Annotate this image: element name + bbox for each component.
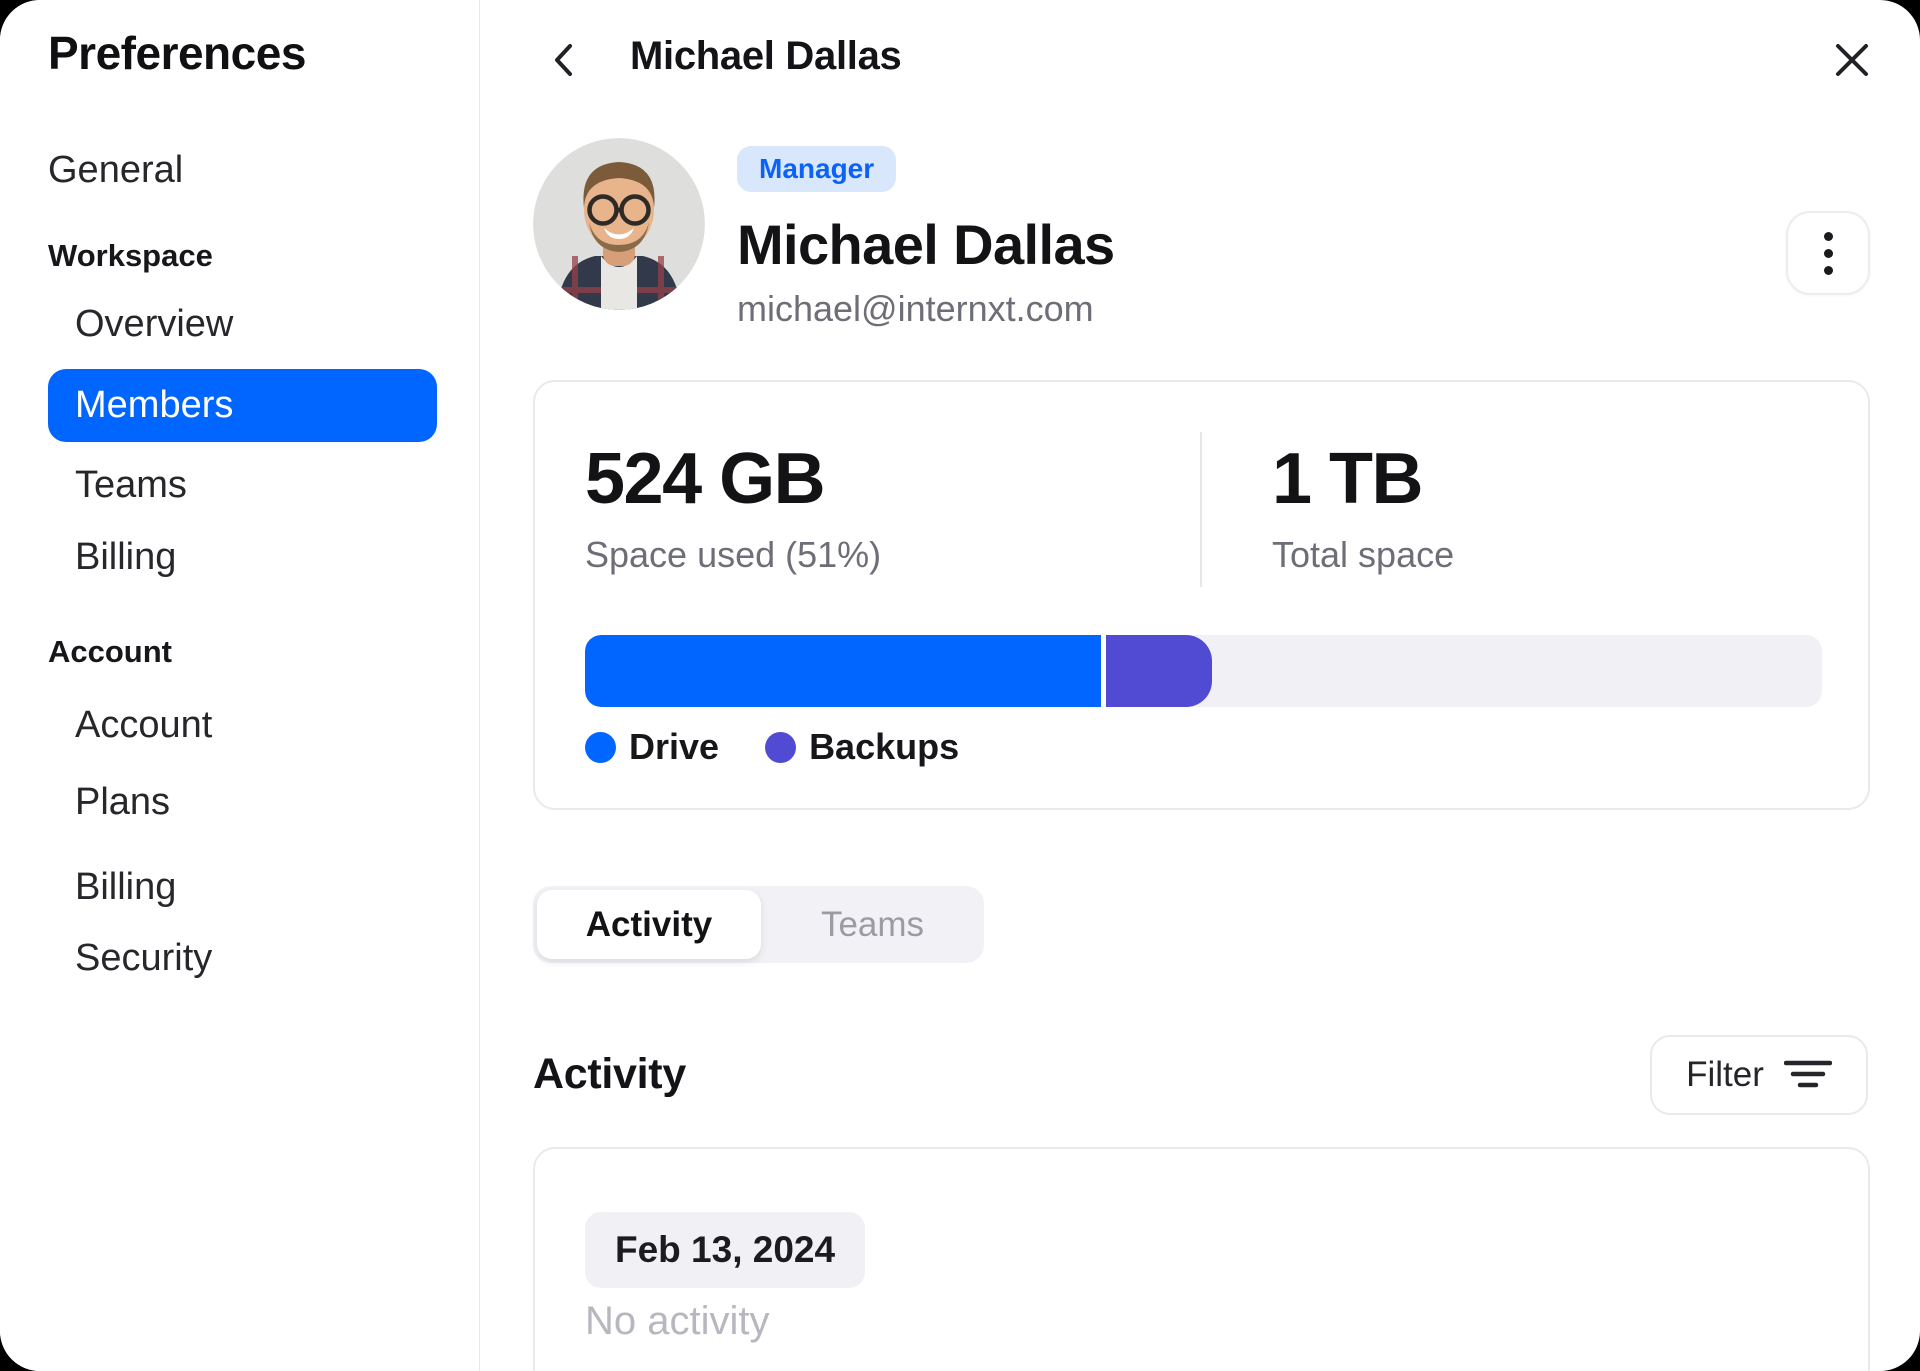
legend-dot: [585, 731, 616, 763]
tab-teams[interactable]: Teams: [761, 886, 984, 963]
member-email: michael@internxt.com: [737, 288, 1094, 329]
detail-tabs: Activity Teams: [533, 886, 984, 963]
legend-label-drive: Drive: [629, 726, 720, 767]
sidebar-item-overview[interactable]: Overview: [75, 303, 233, 346]
filter-button-label: Filter: [1686, 1055, 1764, 1094]
member-detail-panel: Michael Dallas Manager Michael Dallas mi…: [479, 0, 1920, 1371]
storage-usage-card: 524 GB Space used (51%) 1 TB Total space…: [533, 380, 1870, 810]
storage-legend: Drive Backups: [585, 726, 959, 768]
sidebar-item-billing-account[interactable]: Billing: [75, 866, 176, 909]
close-icon: [1826, 34, 1878, 86]
progress-backups: [1105, 635, 1213, 707]
member-name: Michael Dallas: [737, 213, 1115, 276]
sidebar-header-account: Account: [48, 634, 172, 669]
legend-item-drive: Drive: [585, 726, 719, 768]
activity-heading: Activity: [533, 1050, 686, 1098]
sidebar-item-billing-workspace[interactable]: Billing: [75, 536, 176, 579]
sidebar-item-members[interactable]: Members: [48, 369, 437, 442]
storage-progress-bar: [585, 635, 1822, 707]
legend-dot: [765, 731, 797, 763]
preferences-window: Preferences General Workspace Overview M…: [0, 0, 1920, 1371]
sidebar-item-plans[interactable]: Plans: [75, 781, 170, 824]
sidebar: Preferences General Workspace Overview M…: [0, 0, 480, 1371]
total-space-value: 1 TB: [1272, 439, 1424, 519]
avatar: [533, 138, 705, 310]
page-title: Michael Dallas: [630, 34, 902, 78]
sidebar-item-account[interactable]: Account: [75, 704, 212, 747]
activity-feed-card: Feb 13, 2024 No activity: [533, 1147, 1870, 1371]
activity-date-badge: Feb 13, 2024: [585, 1212, 866, 1288]
sidebar-item-security[interactable]: Security: [75, 937, 212, 980]
filter-icon: [1783, 1058, 1832, 1092]
kebab-icon: [1823, 231, 1833, 275]
sidebar-header-workspace: Workspace: [48, 238, 213, 273]
sidebar-title: Preferences: [48, 27, 306, 79]
filter-button[interactable]: Filter: [1650, 1035, 1868, 1115]
activity-empty-text: No activity: [585, 1299, 770, 1343]
back-button[interactable]: [541, 36, 589, 84]
space-used-label: Space used (51%): [585, 534, 882, 575]
sidebar-item-teams[interactable]: Teams: [75, 464, 187, 507]
legend-label-backups: Backups: [809, 726, 960, 767]
chevron-left-icon: [541, 36, 589, 84]
more-options-button[interactable]: [1786, 211, 1870, 295]
space-used-value: 524 GB: [585, 439, 826, 519]
stat-divider: [1200, 432, 1202, 587]
legend-item-backups: Backups: [765, 726, 959, 768]
role-badge: Manager: [737, 146, 897, 192]
total-space-label: Total space: [1272, 534, 1455, 575]
sidebar-item-members-label: Members: [75, 384, 234, 426]
progress-drive: [585, 635, 1101, 707]
close-button[interactable]: [1826, 34, 1878, 86]
tab-activity[interactable]: Activity: [537, 890, 761, 959]
sidebar-item-general[interactable]: General: [48, 149, 183, 192]
